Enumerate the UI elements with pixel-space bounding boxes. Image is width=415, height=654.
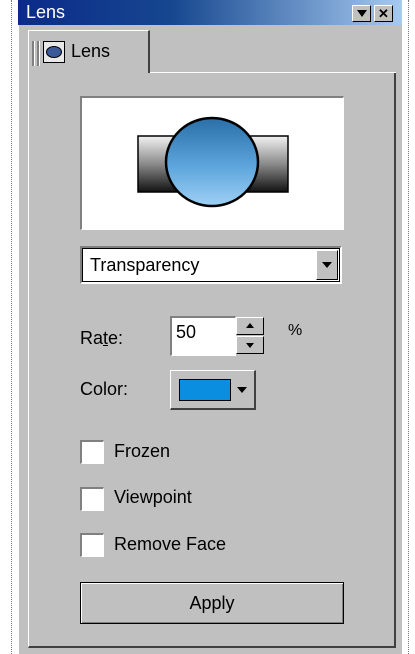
tab-lens[interactable]: Lens bbox=[28, 30, 150, 73]
close-icon: ✕ bbox=[378, 6, 389, 21]
title-bar[interactable]: Lens ✕ bbox=[18, 0, 402, 25]
rate-input[interactable]: 50 bbox=[170, 316, 236, 356]
grip-handle[interactable] bbox=[37, 41, 40, 66]
lens-icon bbox=[43, 41, 65, 63]
docker-edge-dots bbox=[408, 0, 409, 654]
dropdown-button[interactable] bbox=[316, 250, 338, 280]
pin-button[interactable] bbox=[352, 5, 371, 22]
grip-handle[interactable] bbox=[32, 41, 35, 66]
rate-label: Rate: bbox=[80, 328, 124, 348]
apply-button[interactable]: Apply bbox=[80, 582, 344, 624]
viewpoint-checkbox[interactable] bbox=[80, 487, 104, 511]
lens-circle bbox=[164, 116, 260, 208]
remove-face-checkbox[interactable] bbox=[80, 533, 104, 557]
close-button[interactable]: ✕ bbox=[374, 5, 393, 22]
arrow-down-icon bbox=[246, 343, 254, 348]
rate-decrement-button[interactable] bbox=[236, 336, 264, 354]
lens-type-dropdown[interactable]: Transparency bbox=[80, 246, 342, 284]
tab-label: Lens bbox=[71, 41, 111, 61]
chevron-down-icon bbox=[237, 387, 247, 393]
frozen-label: Frozen bbox=[114, 441, 171, 461]
remove-face-label: Remove Face bbox=[114, 534, 227, 554]
arrow-up-icon bbox=[246, 323, 254, 328]
color-picker-button[interactable] bbox=[170, 370, 256, 410]
lens-preview bbox=[80, 96, 344, 230]
pin-icon bbox=[356, 10, 367, 17]
lens-type-value: Transparency bbox=[90, 255, 200, 275]
color-label: Color: bbox=[80, 379, 129, 399]
rate-increment-button[interactable] bbox=[236, 317, 264, 335]
frozen-checkbox[interactable] bbox=[80, 440, 104, 464]
window-title: Lens bbox=[26, 2, 66, 22]
docker-edge-dots bbox=[11, 0, 12, 654]
color-swatch bbox=[179, 379, 231, 401]
lens-preview-image bbox=[137, 116, 289, 208]
viewpoint-label: Viewpoint bbox=[114, 487, 192, 507]
chevron-down-icon bbox=[322, 262, 332, 268]
rate-unit: % bbox=[288, 322, 303, 339]
